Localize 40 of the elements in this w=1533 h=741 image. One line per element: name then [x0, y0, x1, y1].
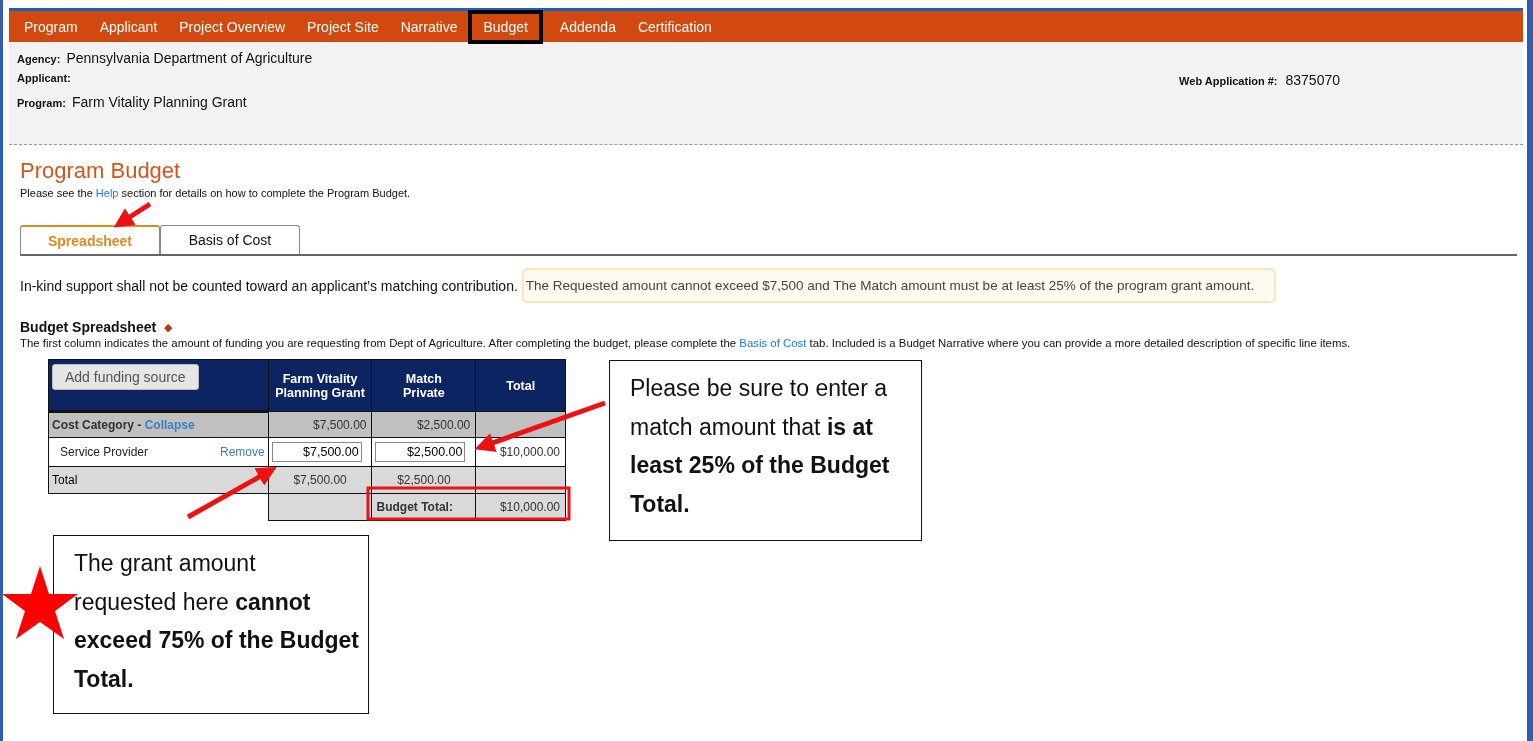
nav-tab[interactable]: Narrative: [389, 13, 469, 40]
item-name: Service Provider: [60, 445, 149, 459]
table-cell: $7,500.00: [268, 411, 372, 438]
section-title: Budget Spreadsheet: [20, 319, 157, 335]
column-header: Total: [475, 359, 566, 412]
add-funding-button[interactable]: Add funding source: [52, 364, 199, 390]
nav-tab[interactable]: Project Overview: [168, 13, 297, 40]
description-text: The first column indicates the amount of funding you are requesting from Dept of Agriculture. After completing the budget, please complete the Basis of Cost tab. Included is a Budget Narrative where you can provide a more detailed description of specific line items.: [20, 337, 1352, 349]
page-title: Program Budget: [20, 159, 182, 183]
collapse-link[interactable]: Collapse: [144, 418, 195, 432]
nav-tab[interactable]: Certification: [626, 13, 723, 40]
tab[interactable]: Basis of Cost: [160, 225, 300, 254]
basis-of-cost-link[interactable]: Basis of Cost: [739, 337, 807, 349]
field-value: 8375070: [1285, 72, 1340, 88]
field-label: Web Application #:: [1179, 75, 1278, 87]
category-label: Cost Category -: [52, 418, 142, 432]
table-cell: $10,000.00: [475, 437, 566, 467]
alert-message: The Requested amount cannot exceed $7,500 and The Match amount must be at least 25% of the program grant amount.: [521, 268, 1277, 303]
table-cell: $2,500.00: [372, 411, 476, 438]
field-label: Applicant:: [17, 72, 71, 84]
nav-tab[interactable]: Project Site: [296, 13, 390, 40]
amount-input[interactable]: $2,500.00: [375, 442, 466, 462]
field-label: Agency:: [17, 53, 61, 65]
nav-tab[interactable]: Program: [13, 13, 89, 40]
callout-box: Please be sure to enter a match amount that is at least 25% of the Budget Total.: [609, 360, 922, 541]
amount-input[interactable]: $7,500.00: [271, 442, 362, 462]
required-icon: ◆: [164, 320, 173, 334]
column-header: Match Private: [372, 359, 476, 412]
nav-tab[interactable]: Addenda: [548, 13, 627, 40]
tab[interactable]: Spreadsheet: [20, 225, 160, 254]
help-text: Please see the Help section for details on how to complete the Program Budget.: [20, 187, 412, 199]
help-link[interactable]: Help: [95, 187, 119, 199]
field-value: Pennsylvania Department of Agriculture: [66, 50, 313, 66]
remove-link[interactable]: Remove: [220, 445, 265, 459]
field-value: Farm Vitality Planning Grant: [71, 94, 247, 110]
callout-box: The grant amount requested here cannot exceed 75% of the Budget Total.: [53, 535, 369, 714]
notice-text: In-kind support shall not be counted toward an applicant’s matching contribution.: [20, 277, 518, 294]
field-label: Program:: [17, 97, 66, 109]
column-header: Farm Vitality Planning Grant: [268, 359, 372, 412]
nav-tab[interactable]: Applicant: [88, 13, 169, 40]
